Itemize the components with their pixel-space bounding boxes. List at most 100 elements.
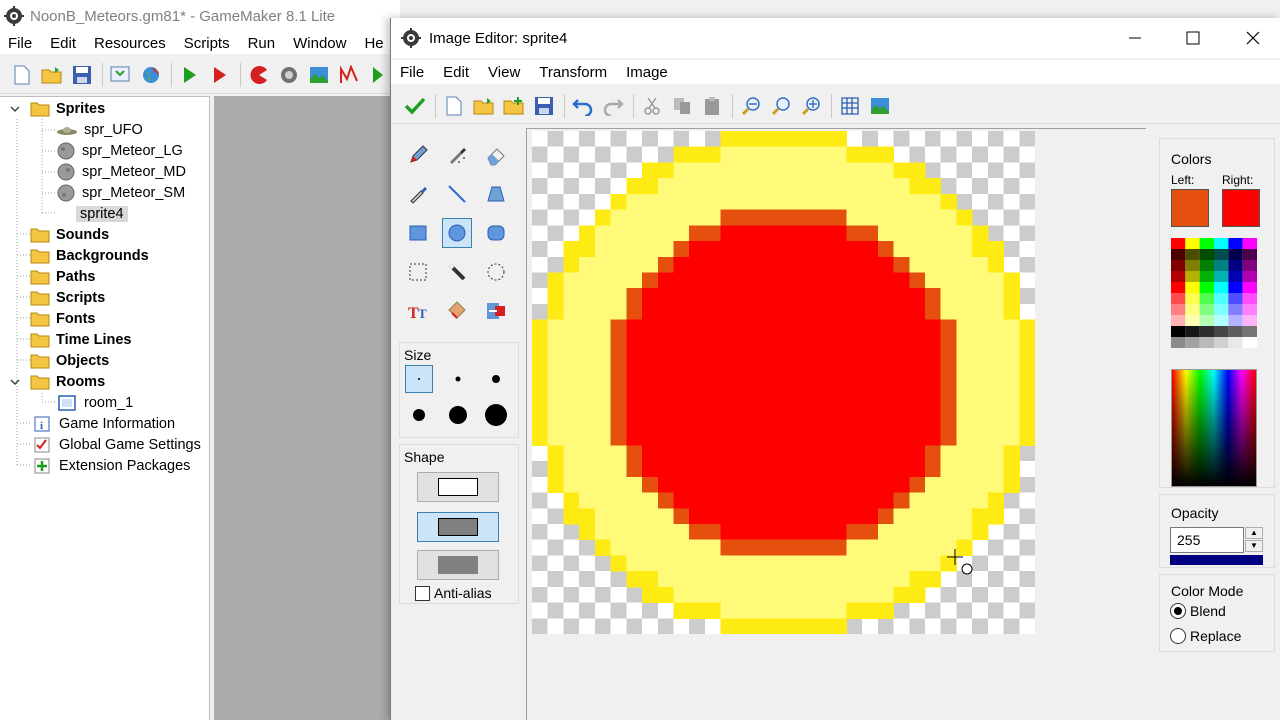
red-pixel[interactable] [752, 413, 769, 431]
orange-pixel[interactable] [862, 523, 879, 541]
transparent-pixel[interactable] [532, 256, 549, 273]
pale-yellow-pixel[interactable] [846, 586, 863, 604]
pale-yellow-pixel[interactable] [893, 523, 910, 541]
palette-swatch[interactable] [1199, 304, 1214, 315]
palette-swatch[interactable] [1214, 315, 1229, 326]
red-pixel[interactable] [909, 319, 926, 336]
red-pixel[interactable] [720, 335, 737, 352]
yellow-pixel[interactable] [547, 476, 564, 494]
pale-yellow-pixel[interactable] [909, 193, 926, 211]
yellow-pixel[interactable] [1003, 288, 1020, 305]
red-pixel[interactable] [862, 429, 879, 446]
pale-yellow-pixel[interactable] [610, 272, 627, 289]
red-pixel[interactable] [783, 288, 800, 305]
palette-swatch[interactable] [1242, 293, 1257, 304]
palette-swatch[interactable] [1214, 337, 1229, 348]
red-pixel[interactable] [924, 398, 942, 415]
red-pixel[interactable] [767, 429, 784, 446]
pale-yellow-pixel[interactable] [720, 146, 737, 163]
yellow-pixel[interactable] [987, 256, 1005, 273]
pale-yellow-pixel[interactable] [579, 461, 596, 478]
pale-yellow-pixel[interactable] [594, 366, 612, 383]
pale-yellow-pixel[interactable] [799, 571, 816, 588]
transparent-pixel[interactable] [579, 209, 596, 226]
transparent-pixel[interactable] [547, 508, 564, 525]
pale-yellow-pixel[interactable] [877, 539, 895, 556]
transparent-pixel[interactable] [532, 571, 549, 588]
red-pixel[interactable] [689, 461, 706, 478]
orange-pixel[interactable] [673, 508, 690, 525]
red-pixel[interactable] [752, 303, 769, 321]
red-pixel[interactable] [814, 508, 832, 525]
pale-yellow-pixel[interactable] [814, 586, 832, 604]
palette-swatch[interactable] [1171, 282, 1186, 293]
yellow-pixel[interactable] [909, 586, 926, 604]
yellow-pixel[interactable] [1019, 382, 1035, 399]
new-image-button[interactable] [442, 94, 466, 118]
pale-yellow-pixel[interactable] [909, 555, 926, 572]
pale-yellow-pixel[interactable] [594, 476, 612, 494]
yellow-pixel[interactable] [689, 602, 706, 619]
red-pixel[interactable] [830, 319, 847, 336]
red-pixel[interactable] [720, 241, 737, 258]
zoom-out-button[interactable] [739, 94, 763, 118]
pale-yellow-pixel[interactable] [940, 241, 957, 258]
yellow-pixel[interactable] [783, 131, 800, 148]
transparent-pixel[interactable] [972, 586, 989, 604]
pale-yellow-pixel[interactable] [956, 398, 973, 415]
pale-yellow-pixel[interactable] [673, 178, 690, 195]
shape-filled-outlined-button[interactable] [417, 512, 499, 542]
red-pixel[interactable] [752, 366, 769, 383]
transparent-pixel[interactable] [987, 193, 1005, 211]
yellow-pixel[interactable] [783, 618, 800, 634]
orange-pixel[interactable] [830, 539, 847, 556]
pale-yellow-pixel[interactable] [924, 555, 942, 572]
zoom-normal-button[interactable] [769, 94, 793, 118]
transparent-pixel[interactable] [1019, 492, 1035, 509]
red-pixel[interactable] [846, 461, 863, 478]
tree-item-spr-meteor-sm[interactable]: spr_Meteor_SM [56, 183, 185, 203]
pale-yellow-pixel[interactable] [862, 209, 879, 226]
transparent-pixel[interactable] [532, 272, 549, 289]
pale-yellow-pixel[interactable] [799, 162, 816, 179]
transparent-pixel[interactable] [704, 131, 722, 148]
pale-yellow-pixel[interactable] [909, 241, 926, 258]
pale-yellow-pixel[interactable] [563, 319, 580, 336]
transparent-pixel[interactable] [642, 146, 659, 163]
pale-yellow-pixel[interactable] [956, 256, 973, 273]
pale-yellow-pixel[interactable] [972, 413, 989, 431]
red-pixel[interactable] [799, 288, 816, 305]
undo-button[interactable] [571, 94, 595, 118]
red-pixel[interactable] [642, 413, 659, 431]
pale-yellow-pixel[interactable] [610, 445, 627, 462]
rectangle-tool[interactable] [403, 218, 433, 248]
pale-yellow-pixel[interactable] [752, 178, 769, 195]
transparent-pixel[interactable] [940, 618, 957, 634]
pale-yellow-pixel[interactable] [924, 476, 942, 494]
yellow-pixel[interactable] [909, 571, 926, 588]
transparent-pixel[interactable] [1019, 178, 1035, 195]
transparent-pixel[interactable] [563, 539, 580, 556]
pale-yellow-pixel[interactable] [1003, 335, 1020, 352]
transparent-pixel[interactable] [1003, 555, 1020, 572]
red-pixel[interactable] [704, 413, 722, 431]
pale-yellow-pixel[interactable] [862, 178, 879, 195]
red-pixel[interactable] [830, 303, 847, 321]
red-pixel[interactable] [814, 272, 832, 289]
red-pixel[interactable] [642, 429, 659, 446]
red-pixel[interactable] [752, 335, 769, 352]
transparent-pixel[interactable] [972, 602, 989, 619]
transparent-pixel[interactable] [594, 193, 612, 211]
red-pixel[interactable] [720, 288, 737, 305]
red-pixel[interactable] [799, 319, 816, 336]
yellow-pixel[interactable] [547, 303, 564, 321]
yellow-pixel[interactable] [532, 382, 549, 399]
red-pixel[interactable] [877, 492, 895, 509]
tree-item-spr-ufo[interactable]: spr_UFO [56, 120, 143, 140]
red-pixel[interactable] [893, 272, 910, 289]
pale-yellow-pixel[interactable] [767, 162, 784, 179]
pale-yellow-pixel[interactable] [704, 178, 722, 195]
transparent-pixel[interactable] [532, 492, 549, 509]
pale-yellow-pixel[interactable] [877, 523, 895, 541]
pale-yellow-pixel[interactable] [783, 178, 800, 195]
